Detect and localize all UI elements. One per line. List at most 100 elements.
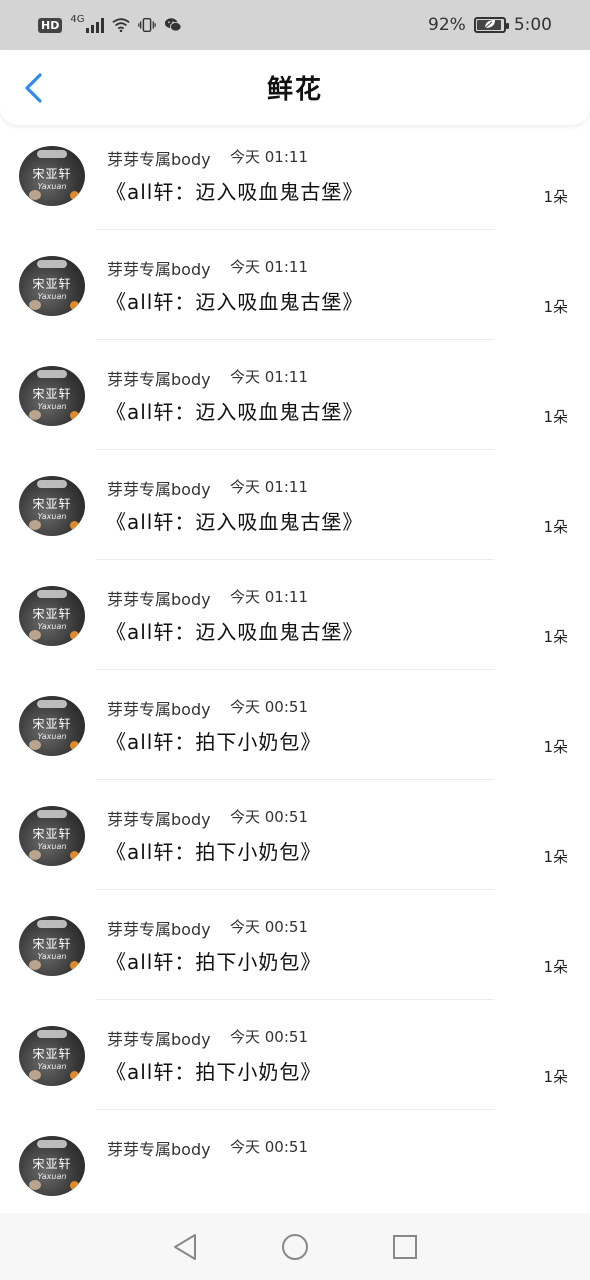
title-bar: 鲜花: [0, 50, 590, 125]
hd-icon: HD: [38, 17, 63, 33]
avatar-face: [29, 1180, 41, 1190]
avatar[interactable]: 宋亚轩Yaxuan: [19, 696, 85, 756]
nav-back-button[interactable]: [165, 1227, 205, 1267]
sender-name: 芽芽专属body: [107, 920, 211, 939]
gift-title: 《all轩：拍下小奶包》: [106, 840, 322, 864]
flower-count: 1朵: [543, 738, 568, 756]
sender-name: 芽芽专属body: [107, 1030, 211, 1049]
send-time: 今天 00:51: [230, 808, 308, 826]
nav-back-icon: [174, 1233, 196, 1260]
status-bar: HD 4G 92% 5:00: [0, 0, 590, 50]
flower-list[interactable]: 宋亚轩Yaxuan《all轩：迈入吸血鬼古堡》1朵宋亚轩Yaxuan芽芽专属bo…: [0, 60, 590, 1215]
leaf-icon: [484, 19, 496, 32]
list-item[interactable]: 宋亚轩 Yaxuan 芽芽专属body 今天 01:11 《all轩：迈入吸血鬼古堡》 1…: [0, 230, 590, 340]
sender-name: 芽芽专属body: [107, 1140, 211, 1159]
avatar-face: [29, 190, 41, 200]
avatar-orange-dot: [70, 301, 79, 310]
avatar[interactable]: 宋亚轩Yaxuan: [19, 256, 85, 316]
nav-home-button[interactable]: [275, 1227, 315, 1267]
send-time: 今天 00:51: [230, 1028, 308, 1046]
avatar-decoration: [37, 1030, 67, 1038]
gift-title: 《all轩：拍下小奶包》: [106, 1060, 322, 1084]
avatar-name: 宋亚轩: [32, 497, 72, 511]
list-item[interactable]: 宋亚轩 Yaxuan 芽芽专属body 今天 00:51: [0, 1110, 590, 1215]
avatar[interactable]: 宋亚轩Yaxuan: [19, 146, 85, 206]
list-item[interactable]: 宋亚轩 Yaxuan 芽芽专属body 今天 00:51 《all轩：拍下小奶包》 1朵: [0, 890, 590, 1000]
list-item[interactable]: 宋亚轩 Yaxuan 芽芽专属body 今天 01:11 《all轩：迈入吸血鬼古堡》 1…: [0, 340, 590, 450]
flower-count: 1朵: [543, 848, 568, 866]
avatar-orange-dot: [70, 1071, 79, 1080]
avatar-decoration: [37, 1140, 67, 1148]
list-item[interactable]: 宋亚轩 Yaxuan 芽芽专属body 今天 01:11 《all轩：迈入吸血鬼古堡》 1…: [0, 450, 590, 560]
flower-count: 1朵: [543, 188, 568, 206]
gift-title: 《all轩：迈入吸血鬼古堡》: [106, 290, 364, 314]
avatar-subtext: Yaxuan: [37, 402, 67, 411]
avatar[interactable]: 宋亚轩Yaxuan: [19, 1136, 85, 1196]
avatar-name: 宋亚轩: [32, 387, 72, 401]
avatar-decoration: [37, 480, 67, 488]
avatar-subtext: Yaxuan: [37, 292, 67, 301]
network-type: 4G: [70, 13, 85, 25]
list-item[interactable]: 宋亚轩 Yaxuan 芽芽专属body 今天 01:11 《all轩：迈入吸血鬼古堡》 1…: [0, 560, 590, 670]
wechat-icon: [164, 16, 183, 34]
system-nav-bar: [0, 1213, 590, 1280]
status-left: HD 4G: [38, 13, 183, 34]
sender-name: 芽芽专属body: [107, 590, 211, 609]
flower-count: 1朵: [543, 408, 568, 426]
avatar[interactable]: 宋亚轩Yaxuan: [19, 806, 85, 866]
avatar-orange-dot: [70, 411, 79, 420]
avatar-subtext: Yaxuan: [37, 1172, 67, 1181]
avatar-decoration: [37, 700, 67, 708]
list-item[interactable]: 宋亚轩 Yaxuan 芽芽专属body 今天 00:51 《all轩：拍下小奶包》 1朵: [0, 1000, 590, 1110]
clock: 5:00: [513, 15, 552, 35]
back-button[interactable]: [18, 72, 50, 104]
gift-title: 《all轩：拍下小奶包》: [106, 730, 322, 754]
page-title: 鲜花: [266, 75, 323, 105]
sender-name: 芽芽专属body: [107, 810, 211, 829]
list-item[interactable]: 宋亚轩 Yaxuan 芽芽专属body 今天 00:51 《all轩：拍下小奶包》 1朵: [0, 780, 590, 890]
sender-name: 芽芽专属body: [107, 150, 211, 169]
list-item[interactable]: 宋亚轩 Yaxuan 芽芽专属body 今天 01:11 《all轩：迈入吸血鬼古堡》 1…: [0, 120, 590, 230]
signal-icon: [86, 17, 105, 33]
avatar-decoration: [37, 370, 67, 378]
send-time: 今天 00:51: [230, 698, 308, 716]
avatar-face: [29, 850, 41, 860]
avatar-face: [29, 740, 41, 750]
avatar-orange-dot: [70, 961, 79, 970]
nav-home-icon: [282, 1233, 308, 1260]
avatar-name: 宋亚轩: [32, 1157, 72, 1171]
back-icon: [25, 73, 42, 103]
avatar-subtext: Yaxuan: [37, 1062, 67, 1071]
avatar-orange-dot: [70, 741, 79, 750]
avatar-face: [29, 960, 41, 970]
nav-recent-icon: [393, 1234, 417, 1259]
sender-name: 芽芽专属body: [107, 700, 211, 719]
nav-recent-button[interactable]: [385, 1227, 425, 1267]
avatar-decoration: [37, 920, 67, 928]
flower-count: 1朵: [543, 518, 568, 536]
avatar[interactable]: 宋亚轩Yaxuan: [19, 1026, 85, 1086]
avatar-subtext: Yaxuan: [37, 622, 67, 631]
avatar-decoration: [37, 590, 67, 598]
wifi-icon: [112, 16, 131, 34]
avatar[interactable]: 宋亚轩Yaxuan: [19, 476, 85, 536]
avatar-decoration: [37, 260, 67, 268]
flower-count: 1朵: [543, 1068, 568, 1086]
avatar-orange-dot: [70, 631, 79, 640]
flower-count: 1朵: [543, 628, 568, 646]
avatar-face: [29, 520, 41, 530]
avatar[interactable]: 宋亚轩Yaxuan: [19, 366, 85, 426]
sender-name: 芽芽专属body: [107, 260, 211, 279]
avatar-name: 宋亚轩: [32, 1047, 72, 1061]
gift-title: 《all轩：迈入吸血鬼古堡》: [106, 400, 364, 424]
avatar-name: 宋亚轩: [32, 827, 72, 841]
flower-count: 1朵: [543, 298, 568, 316]
avatar[interactable]: 宋亚轩Yaxuan: [19, 916, 85, 976]
list-item[interactable]: 宋亚轩 Yaxuan 芽芽专属body 今天 00:51 《all轩：拍下小奶包》 1朵: [0, 670, 590, 780]
avatar[interactable]: 宋亚轩Yaxuan: [19, 586, 85, 646]
avatar-face: [29, 630, 41, 640]
avatar-decoration: [37, 810, 67, 818]
gift-title: 《all轩：迈入吸血鬼古堡》: [106, 620, 364, 644]
avatar-face: [29, 1070, 41, 1080]
flower-count: 1朵: [543, 958, 568, 976]
